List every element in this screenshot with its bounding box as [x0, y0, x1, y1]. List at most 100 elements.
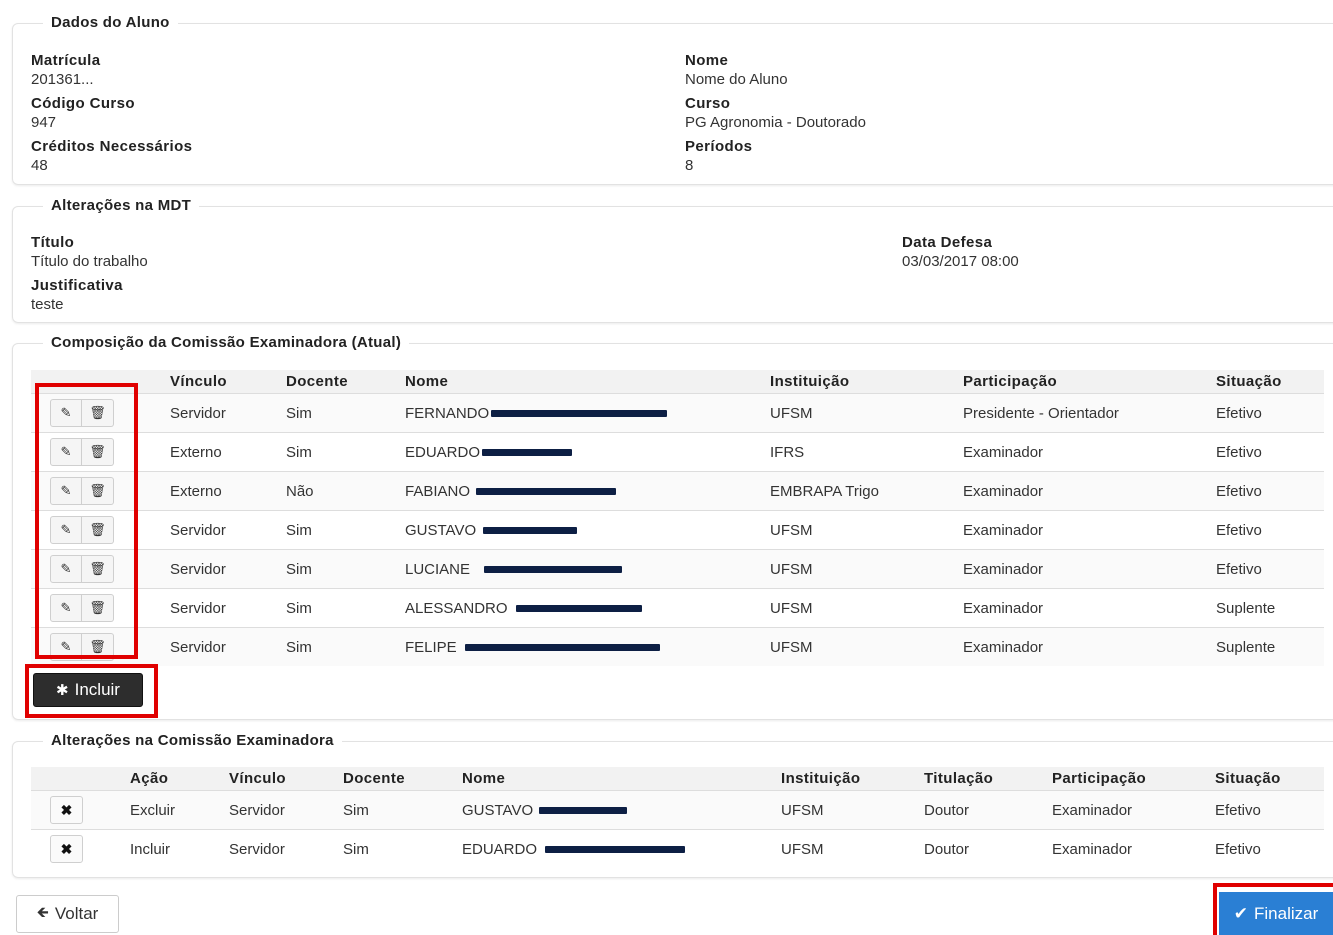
cell-situacao: Suplente — [1216, 588, 1324, 628]
cell-participacao: Examinador — [963, 588, 1216, 628]
table-row: ✎ 🗑 Servidor Sim LUCIANE UFSM Examinador … — [31, 549, 1324, 589]
nome-text: ALESSANDRO — [405, 599, 508, 617]
creditos-field: Créditos Necessários 48 — [31, 137, 192, 175]
cell-instituicao: UFSM — [781, 829, 924, 868]
dados-aluno-legend: Dados do Aluno — [43, 14, 178, 31]
data-defesa-label: Data Defesa — [902, 234, 993, 251]
actions-header — [31, 767, 130, 791]
nome-value: Nome do Aluno — [685, 71, 788, 88]
cell-nome: FELIPE — [405, 627, 770, 666]
redaction-bar — [539, 807, 628, 815]
table-row: ✎ 🗑 Externo Sim EDUARDO IFRS Examinador E… — [31, 432, 1324, 472]
redaction-bar — [545, 846, 686, 854]
nome-text: FABIANO — [405, 482, 471, 500]
codigo-curso-value: 947 — [31, 114, 57, 131]
cell-vinculo: Servidor — [170, 588, 286, 628]
cell-participacao: Examinador — [963, 510, 1216, 550]
voltar-button[interactable]: 🡸 Voltar — [16, 895, 119, 933]
cell-docente: Sim — [286, 627, 405, 666]
justificativa-field: Justificativa teste — [31, 276, 123, 314]
codigo-curso-label: Código Curso — [31, 95, 135, 112]
header-nome: Nome — [405, 370, 770, 394]
cell-participacao: Examinador — [1052, 790, 1215, 830]
nome-field: Nome Nome do Aluno — [685, 51, 788, 89]
redaction-bar — [484, 566, 623, 574]
nome-label: Nome — [685, 52, 729, 69]
cell-instituicao: UFSM — [770, 588, 963, 628]
header-instituicao: Instituição — [770, 370, 963, 394]
cell-nome: FERNANDO — [405, 393, 770, 433]
header-situacao: Situação — [1216, 370, 1324, 394]
curso-value: PG Agronomia - Doutorado — [685, 114, 866, 131]
cell-participacao: Examinador — [963, 627, 1216, 666]
table-row: ✖ Incluir Servidor Sim EDUARDO UFSM Dout… — [31, 829, 1324, 868]
curso-field: Curso PG Agronomia - Doutorado — [685, 94, 866, 132]
table-row: ✎ 🗑 Servidor Sim FERNANDO UFSM Presidente… — [31, 393, 1324, 433]
cell-acao: Incluir — [130, 829, 229, 868]
cell-participacao: Examinador — [963, 432, 1216, 472]
table-row: ✎ 🗑 Externo Não FABIANO EMBRAPA Trigo Exa… — [31, 471, 1324, 511]
cell-docente: Sim — [286, 549, 405, 589]
nome-text: EDUARDO — [462, 840, 538, 858]
header-titulacao: Titulação — [924, 767, 1052, 791]
table-header-row: Vínculo Docente Nome Instituição Partici… — [31, 370, 1324, 394]
table-row: ✖ Excluir Servidor Sim GUSTAVO UFSM Dout… — [31, 790, 1324, 830]
cell-titulacao: Doutor — [924, 790, 1052, 830]
alteracoes-mdt-panel: Alterações na MDT Título Título do traba… — [12, 197, 1333, 323]
cell-docente: Não — [286, 471, 405, 511]
incluir-highlight-box — [25, 664, 158, 718]
matricula-field: Matrícula 201361... — [31, 51, 100, 89]
header-vinculo: Vínculo — [170, 370, 286, 394]
comissao-atual-table: Vínculo Docente Nome Instituição Partici… — [31, 370, 1324, 666]
redaction-bar — [515, 605, 642, 613]
remove-button[interactable]: ✖ — [50, 835, 83, 863]
table-row: ✎ 🗑 Servidor Sim FELIPE UFSM Examinador S… — [31, 627, 1324, 666]
alteracoes-comissao-table: Ação Vínculo Docente Nome Instituição Ti… — [31, 767, 1324, 868]
cell-nome: FABIANO — [405, 471, 770, 511]
cell-nome: ALESSANDRO — [405, 588, 770, 628]
finalizar-highlight-box — [1213, 883, 1333, 935]
cell-docente: Sim — [343, 790, 462, 830]
data-defesa-value: 03/03/2017 08:00 — [902, 253, 1019, 270]
creditos-label: Créditos Necessários — [31, 138, 193, 155]
data-defesa-field: Data Defesa 03/03/2017 08:00 — [902, 233, 1019, 271]
header-situacao: Situação — [1215, 767, 1324, 791]
cell-situacao: Efetivo — [1216, 510, 1324, 550]
redaction-bar — [483, 527, 578, 535]
cell-docente: Sim — [286, 432, 405, 472]
cell-situacao: Efetivo — [1215, 790, 1324, 830]
cell-instituicao: UFSM — [781, 790, 924, 830]
cell-nome: EDUARDO — [462, 829, 781, 868]
cell-instituicao: UFSM — [770, 510, 963, 550]
nome-text: GUSTAVO — [462, 801, 534, 819]
redaction-bar — [482, 449, 573, 457]
header-acao: Ação — [130, 767, 229, 791]
cell-nome: GUSTAVO — [405, 510, 770, 550]
nome-text: FERNANDO — [405, 404, 490, 422]
header-participacao: Participação — [963, 370, 1216, 394]
table-header-row: Ação Vínculo Docente Nome Instituição Ti… — [31, 767, 1324, 791]
nome-text: GUSTAVO — [405, 521, 477, 539]
cell-instituicao: UFSM — [770, 627, 963, 666]
titulo-value: Título do trabalho — [31, 253, 148, 270]
cell-situacao: Efetivo — [1216, 393, 1324, 433]
nome-text: EDUARDO — [405, 443, 481, 461]
matricula-value: 201361... — [31, 71, 94, 88]
cell-participacao: Examinador — [963, 471, 1216, 511]
cell-nome: LUCIANE — [405, 549, 770, 589]
nome-text: FELIPE — [405, 638, 457, 656]
redaction-bar — [476, 488, 617, 496]
justificativa-label: Justificativa — [31, 277, 123, 294]
titulo-field: Título Título do trabalho — [31, 233, 148, 271]
cell-docente: Sim — [286, 393, 405, 433]
alteracoes-mdt-legend: Alterações na MDT — [43, 197, 200, 214]
header-docente: Docente — [286, 370, 405, 394]
cell-vinculo: Servidor — [170, 510, 286, 550]
x-icon: ✖ — [60, 840, 73, 857]
row-actions: ✖ — [31, 790, 130, 830]
remove-button[interactable]: ✖ — [50, 796, 83, 824]
cell-instituicao: UFSM — [770, 549, 963, 589]
table-row: ✎ 🗑 Servidor Sim ALESSANDRO UFSM Examinad… — [31, 588, 1324, 628]
header-vinculo: Vínculo — [229, 767, 343, 791]
cell-situacao: Efetivo — [1216, 471, 1324, 511]
